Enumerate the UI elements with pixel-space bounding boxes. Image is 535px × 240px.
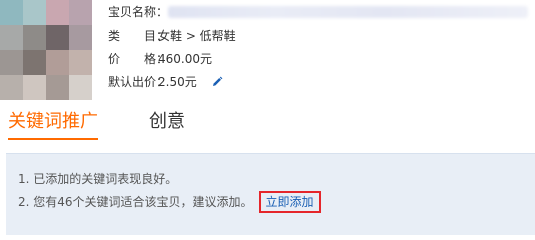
add-now-button[interactable]: 立即添加: [258, 191, 321, 213]
tab-keyword-promotion-label: 关键词推广: [8, 111, 98, 132]
price-row: 价 格：460.00元: [108, 49, 212, 69]
active-tab-underline: [8, 138, 98, 140]
notice-panel: 1. 已添加的关键词表现良好。 2. 您有46个关键词适合该宝贝，建议添加。 立即…: [6, 153, 535, 235]
default-bid-label: 默认出价：: [108, 75, 169, 89]
category-value: 女鞋 > 低帮鞋: [158, 29, 236, 43]
product-title-row: 宝贝名称：: [108, 2, 169, 22]
notice-line-2-text: 2. 您有46个关键词适合该宝贝，建议添加。: [18, 195, 253, 209]
product-thumbnail: [0, 0, 92, 100]
tab-creative[interactable]: 创意: [149, 108, 185, 140]
notice-line-2: 2. 您有46个关键词适合该宝贝，建议添加。 立即添加: [18, 191, 321, 213]
tab-keyword-promotion[interactable]: 关键词推广: [8, 108, 98, 140]
notice-line-1: 1. 已添加的关键词表现良好。: [18, 172, 178, 186]
price-value: 460.00元: [158, 52, 212, 66]
pencil-icon[interactable]: [211, 74, 223, 94]
product-title-label: 宝贝名称：: [108, 5, 169, 19]
product-title-blurred: [168, 6, 528, 18]
tab-bar: 关键词推广 创意: [0, 104, 535, 140]
default-bid-row: 默认出价：2.50元: [108, 72, 223, 92]
category-row: 类 目：女鞋 > 低帮鞋: [108, 26, 236, 46]
default-bid-value: 2.50元: [158, 75, 197, 89]
tab-creative-label: 创意: [149, 111, 185, 132]
price-label: 价 格：: [108, 52, 169, 66]
category-label: 类 目：: [108, 29, 169, 43]
